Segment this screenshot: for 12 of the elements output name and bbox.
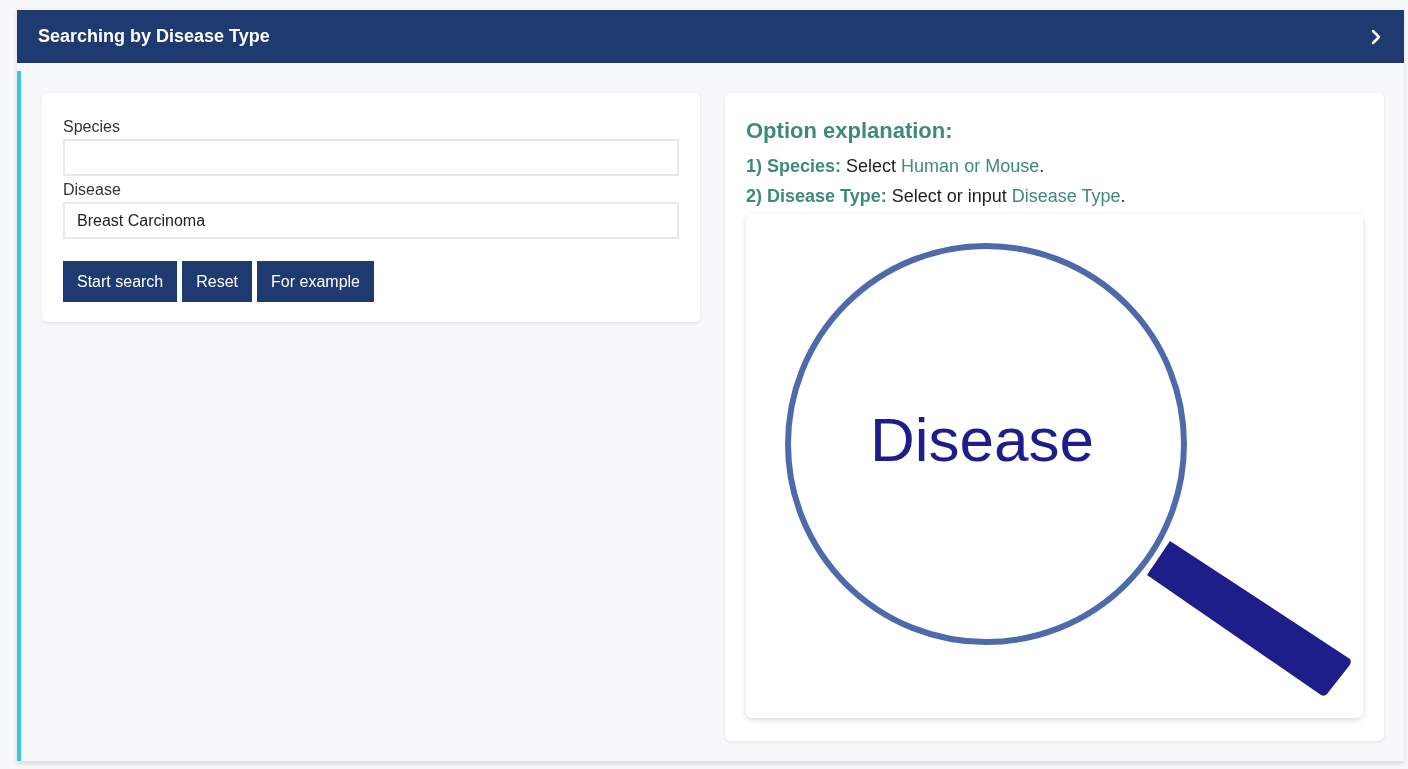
action-button[interactable]: Reset	[182, 261, 253, 302]
explanation-title: Option explanation:	[746, 117, 953, 145]
field-label: Species	[63, 117, 121, 137]
action-button[interactable]: For example	[257, 261, 374, 302]
action-button[interactable]: Start search	[63, 261, 178, 302]
option-description: 1) Species: Select Human or Mouse.	[746, 155, 1045, 178]
illustration-text: Disease	[870, 405, 1094, 474]
field-label: Disease	[63, 180, 122, 200]
input-field[interactable]	[63, 139, 679, 176]
option-description: 2) Disease Type: Select or input Disease Type.	[746, 185, 1126, 208]
input-field[interactable]: Breast Carcinoma	[63, 202, 679, 239]
panel-title: Searching by Disease Type	[38, 26, 270, 47]
